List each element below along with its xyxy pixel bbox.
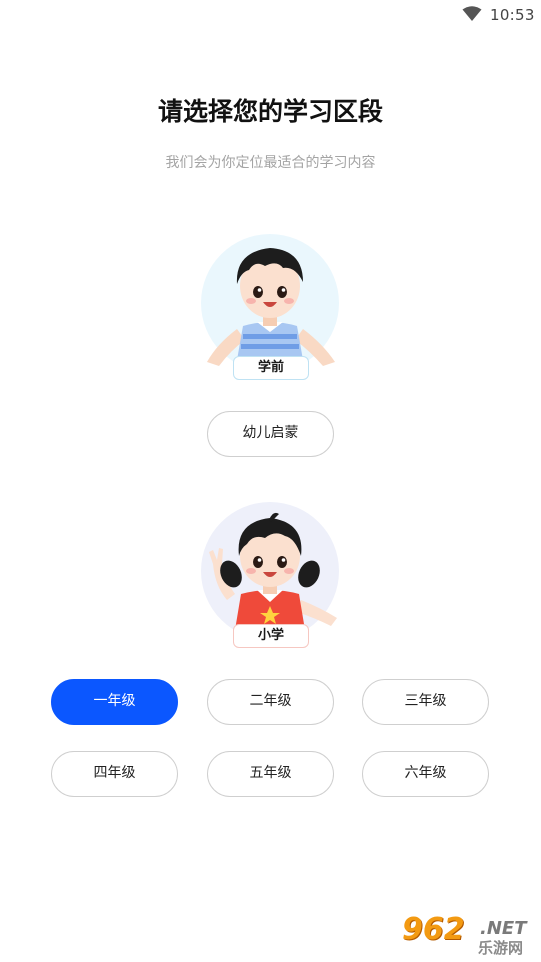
watermark-number: 962 bbox=[402, 912, 465, 947]
grade-4-button[interactable]: 四年级 bbox=[51, 751, 178, 797]
stage-tag-preschool: 学前 bbox=[233, 356, 309, 380]
grade-1-button[interactable]: 一年级 bbox=[51, 679, 178, 725]
page-subtitle: 我们会为你定位最适合的学习内容 bbox=[165, 155, 376, 171]
option-enlightenment[interactable]: 幼儿启蒙 bbox=[207, 411, 334, 457]
status-time: 10:53 bbox=[490, 6, 535, 24]
site-watermark: 962 .NET 乐游网 bbox=[402, 912, 538, 958]
grade-6-button[interactable]: 六年级 bbox=[362, 751, 489, 797]
watermark-net: .NET bbox=[480, 918, 527, 939]
page-title: 请选择您的学习区段 bbox=[157, 97, 383, 126]
preschool-avatar: 学前 bbox=[195, 234, 345, 384]
stage-tag-primary: 小学 bbox=[233, 624, 309, 648]
grade-3-button[interactable]: 三年级 bbox=[362, 679, 489, 725]
watermark-site: 乐游网 bbox=[478, 939, 524, 957]
grade-5-button[interactable]: 五年级 bbox=[207, 751, 334, 797]
status-bar: 10:53 bbox=[0, 0, 541, 30]
primary-avatar: 小学 bbox=[195, 502, 345, 652]
wifi-icon bbox=[462, 6, 482, 21]
grade-2-button[interactable]: 二年级 bbox=[207, 679, 334, 725]
